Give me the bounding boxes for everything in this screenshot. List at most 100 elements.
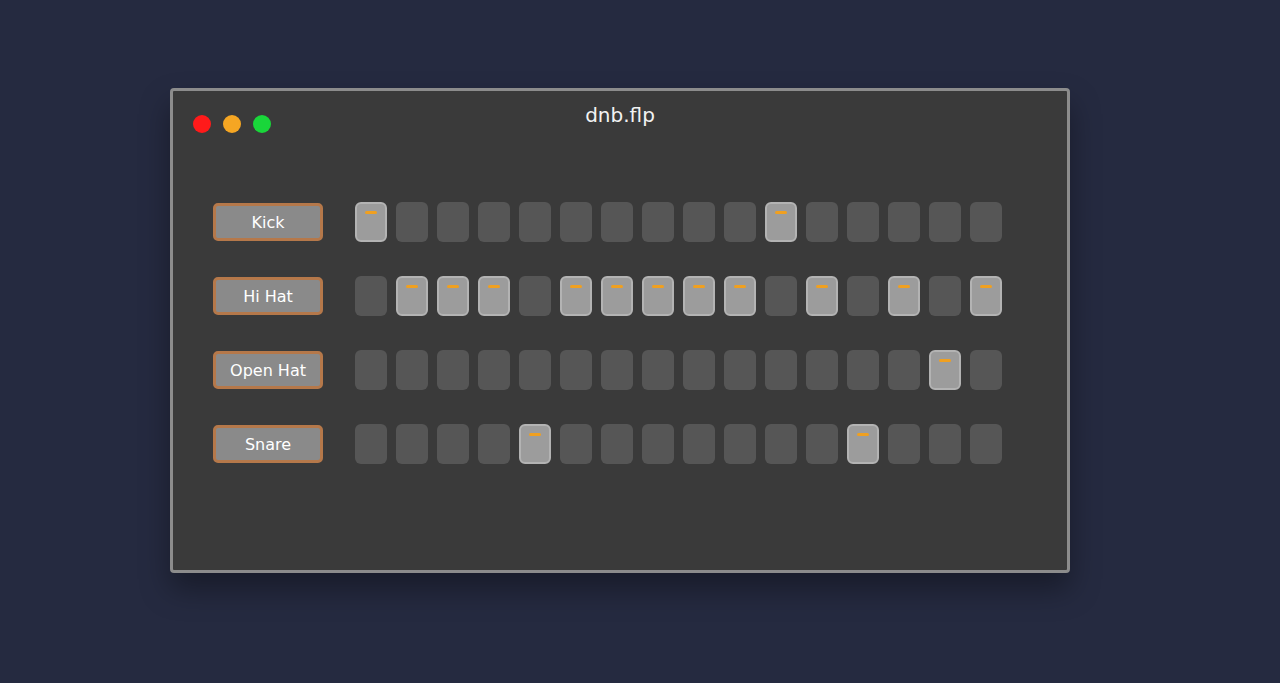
step-button[interactable] [724,424,756,464]
step-button[interactable] [970,276,1002,316]
step-on-mark [406,285,418,288]
step-button[interactable] [519,202,551,242]
step-button[interactable] [437,350,469,390]
step-on-mark [816,285,828,288]
desktop: dnb.flp Kick Hi Hat Open Hat Snare [0,0,1280,683]
step-button[interactable] [519,424,551,464]
step-button[interactable] [478,202,510,242]
sequencer-window: dnb.flp Kick Hi Hat Open Hat Snare [170,88,1070,573]
track-row: Kick [213,201,1067,243]
step-on-mark [775,211,787,214]
step-on-mark [570,285,582,288]
track-label-button[interactable]: Hi Hat [213,277,323,315]
window-control-button[interactable] [193,115,211,133]
step-button[interactable] [601,424,633,464]
window-control-button[interactable] [253,115,271,133]
step-button[interactable] [847,350,879,390]
step-button[interactable] [888,202,920,242]
step-button[interactable] [970,424,1002,464]
step-button[interactable] [929,350,961,390]
step-button[interactable] [601,202,633,242]
step-on-mark [734,285,746,288]
step-on-mark [447,285,459,288]
step-on-mark [529,433,541,436]
step-button[interactable] [888,424,920,464]
step-button[interactable] [929,424,961,464]
step-button[interactable] [437,276,469,316]
step-on-mark [488,285,500,288]
step-button[interactable] [847,202,879,242]
step-button[interactable] [355,350,387,390]
step-on-mark [898,285,910,288]
step-button[interactable] [683,424,715,464]
step-button[interactable] [806,276,838,316]
step-button[interactable] [560,424,592,464]
step-button[interactable] [806,424,838,464]
step-button[interactable] [683,350,715,390]
step-button[interactable] [601,350,633,390]
step-button[interactable] [806,202,838,242]
step-list [355,202,1002,242]
channel-rack: Kick Hi Hat Open Hat Snare [173,159,1067,465]
step-button[interactable] [396,424,428,464]
step-button[interactable] [396,350,428,390]
window-control-button[interactable] [223,115,241,133]
track-row: Snare [213,423,1067,465]
step-button[interactable] [560,350,592,390]
step-list [355,424,1002,464]
step-button[interactable] [929,276,961,316]
window-title: dnb.flp [173,103,1067,127]
step-button[interactable] [847,424,879,464]
step-button[interactable] [396,276,428,316]
step-button[interactable] [765,350,797,390]
step-on-mark [693,285,705,288]
step-button[interactable] [765,202,797,242]
step-on-mark [857,433,869,436]
step-button[interactable] [683,276,715,316]
track-label-button[interactable]: Snare [213,425,323,463]
track-label-button[interactable]: Kick [213,203,323,241]
step-button[interactable] [765,424,797,464]
step-button[interactable] [355,202,387,242]
step-button[interactable] [642,202,674,242]
step-button[interactable] [683,202,715,242]
step-on-mark [652,285,664,288]
step-button[interactable] [478,424,510,464]
window-controls [193,115,271,133]
step-button[interactable] [970,202,1002,242]
track-row: Open Hat [213,349,1067,391]
step-on-mark [980,285,992,288]
step-button[interactable] [478,350,510,390]
step-button[interactable] [724,350,756,390]
step-button[interactable] [560,202,592,242]
step-button[interactable] [929,202,961,242]
step-button[interactable] [437,202,469,242]
step-button[interactable] [888,276,920,316]
step-button[interactable] [847,276,879,316]
step-button[interactable] [806,350,838,390]
track-label-button[interactable]: Open Hat [213,351,323,389]
step-button[interactable] [888,350,920,390]
step-button[interactable] [355,276,387,316]
step-button[interactable] [601,276,633,316]
step-button[interactable] [560,276,592,316]
step-button[interactable] [642,276,674,316]
step-list [355,276,1002,316]
step-button[interactable] [478,276,510,316]
step-button[interactable] [396,202,428,242]
step-button[interactable] [355,424,387,464]
step-button[interactable] [724,202,756,242]
step-button[interactable] [519,276,551,316]
step-list [355,350,1002,390]
title-bar: dnb.flp [173,91,1067,159]
step-button[interactable] [437,424,469,464]
step-button[interactable] [970,350,1002,390]
step-button[interactable] [642,350,674,390]
step-button[interactable] [765,276,797,316]
step-button[interactable] [519,350,551,390]
step-button[interactable] [724,276,756,316]
step-button[interactable] [642,424,674,464]
step-on-mark [611,285,623,288]
track-row: Hi Hat [213,275,1067,317]
step-on-mark [939,359,951,362]
